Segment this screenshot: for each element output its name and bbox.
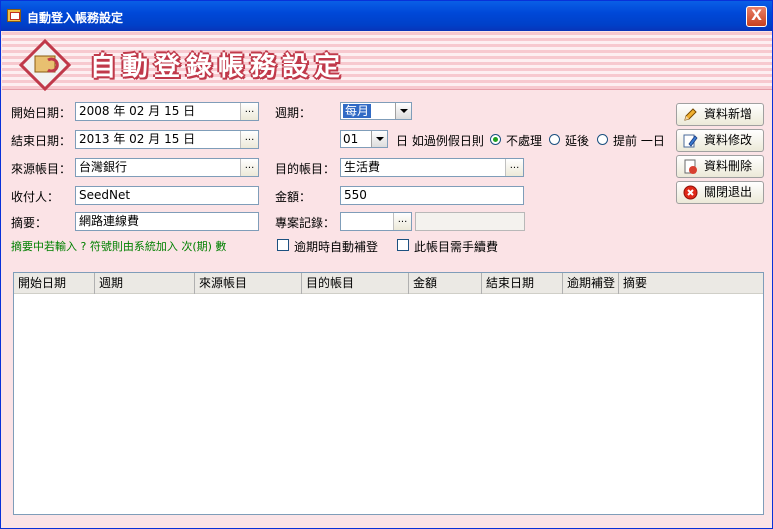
- column-header-period[interactable]: 週期: [95, 273, 195, 294]
- end-date-label: 結束日期：: [11, 134, 72, 148]
- target-account-label: 目的帳目：: [275, 162, 336, 176]
- holiday-none-radio[interactable]: [490, 134, 501, 145]
- auto-fill-label: 逾期時自動補登: [294, 240, 379, 254]
- auto-fill-checkbox[interactable]: [277, 239, 289, 251]
- holiday-none-label: 不處理: [506, 134, 543, 148]
- exit-label: 關閉退出: [704, 185, 753, 199]
- source-account-field[interactable]: 台灣銀行 ...: [75, 158, 259, 177]
- column-header-auto-fill[interactable]: 逾期補登: [563, 273, 619, 294]
- start-date-field[interactable]: 2008 年 02 月 15 日 ...: [75, 102, 259, 121]
- payee-input[interactable]: SeedNet: [75, 186, 259, 205]
- project-picker-button[interactable]: ...: [393, 213, 411, 230]
- payee-value: SeedNet: [79, 188, 131, 202]
- source-account-value: 台灣銀行: [79, 160, 128, 174]
- period-value: 每月: [343, 104, 372, 118]
- end-date-value: 2013 年 02 月 15 日: [79, 132, 196, 146]
- fee-checkbox[interactable]: [397, 239, 409, 251]
- app-window: 自動登入帳務設定 X 自動登錄帳務設定 開始日期： 2008 年 02 月 15…: [0, 0, 773, 529]
- holiday-postpone-radio[interactable]: [549, 134, 560, 145]
- project-name-display: [415, 212, 525, 231]
- pencil-icon: [684, 108, 697, 121]
- delete-record-button[interactable]: 資料刪除: [676, 155, 764, 178]
- summary-input[interactable]: 網路連線費: [75, 212, 259, 231]
- source-account-label: 來源帳目：: [11, 162, 72, 176]
- edit-record-button[interactable]: 資料修改: [676, 129, 764, 152]
- chevron-down-icon[interactable]: [371, 131, 387, 147]
- edit-record-label: 資料修改: [704, 133, 753, 147]
- target-account-field[interactable]: 生活費 ...: [340, 158, 524, 177]
- start-date-value: 2008 年 02 月 15 日: [79, 104, 196, 118]
- holiday-postpone-label: 延後: [565, 134, 590, 148]
- summary-label: 摘要：: [11, 216, 48, 230]
- records-table[interactable]: 開始日期 週期 來源帳目 目的帳目 金額 結束日期 逾期補登 摘要: [13, 272, 764, 515]
- start-date-picker-button[interactable]: ...: [240, 103, 258, 120]
- project-field[interactable]: ...: [340, 212, 412, 231]
- column-header-amount[interactable]: 金額: [409, 273, 482, 294]
- day-value: 01: [343, 132, 359, 146]
- period-label: 週期：: [275, 106, 312, 120]
- banner-title: 自動登錄帳務設定: [90, 52, 347, 82]
- summary-value: 網路連線費: [79, 214, 140, 228]
- delete-record-label: 資料刪除: [704, 159, 753, 173]
- amount-input[interactable]: 550: [340, 186, 524, 205]
- start-date-label: 開始日期：: [11, 106, 72, 120]
- column-header-summary[interactable]: 摘要: [619, 273, 763, 294]
- column-header-source-account[interactable]: 來源帳目: [195, 273, 302, 294]
- summary-note: 摘要中若輸入 ? 符號則由系統加入 次(期) 數: [11, 240, 227, 253]
- ledger-logo-icon: [18, 38, 72, 92]
- add-record-button[interactable]: 資料新增: [676, 103, 764, 126]
- holiday-rule-label: 日 如過例假日則: [396, 134, 484, 148]
- header-banner: 自動登錄帳務設定: [2, 32, 772, 92]
- target-account-picker-button[interactable]: ...: [505, 159, 523, 176]
- end-date-picker-button[interactable]: ...: [240, 131, 258, 148]
- edit-document-icon: [683, 134, 698, 148]
- delete-document-icon: [684, 159, 697, 174]
- payee-label: 收付人：: [11, 190, 60, 204]
- add-record-label: 資料新增: [704, 107, 753, 121]
- period-select[interactable]: 每月: [340, 102, 412, 120]
- amount-label: 金額：: [275, 190, 312, 204]
- holiday-advance-label: 提前 一日: [613, 134, 665, 148]
- chevron-down-icon[interactable]: [395, 103, 411, 119]
- source-account-picker-button[interactable]: ...: [240, 159, 258, 176]
- project-label: 專案記錄：: [275, 216, 336, 230]
- exit-button[interactable]: 關閉退出: [676, 181, 764, 204]
- title-bar: 自動登入帳務設定 X: [1, 1, 772, 31]
- fee-label: 此帳目需手續費: [414, 240, 499, 254]
- app-icon: [7, 9, 21, 22]
- end-date-field[interactable]: 2013 年 02 月 15 日 ...: [75, 130, 259, 149]
- column-header-target-account[interactable]: 目的帳目: [302, 273, 409, 294]
- target-account-value: 生活費: [344, 160, 381, 174]
- amount-value: 550: [344, 188, 367, 202]
- column-header-end-date[interactable]: 結束日期: [482, 273, 563, 294]
- holiday-advance-radio[interactable]: [597, 134, 608, 145]
- close-button[interactable]: X: [746, 6, 767, 27]
- day-select[interactable]: 01: [340, 130, 388, 148]
- window-title: 自動登入帳務設定: [27, 11, 124, 25]
- exit-icon: [683, 185, 698, 200]
- column-header-start-date[interactable]: 開始日期: [14, 273, 95, 294]
- table-header: 開始日期 週期 來源帳目 目的帳目 金額 結束日期 逾期補登 摘要: [14, 273, 763, 294]
